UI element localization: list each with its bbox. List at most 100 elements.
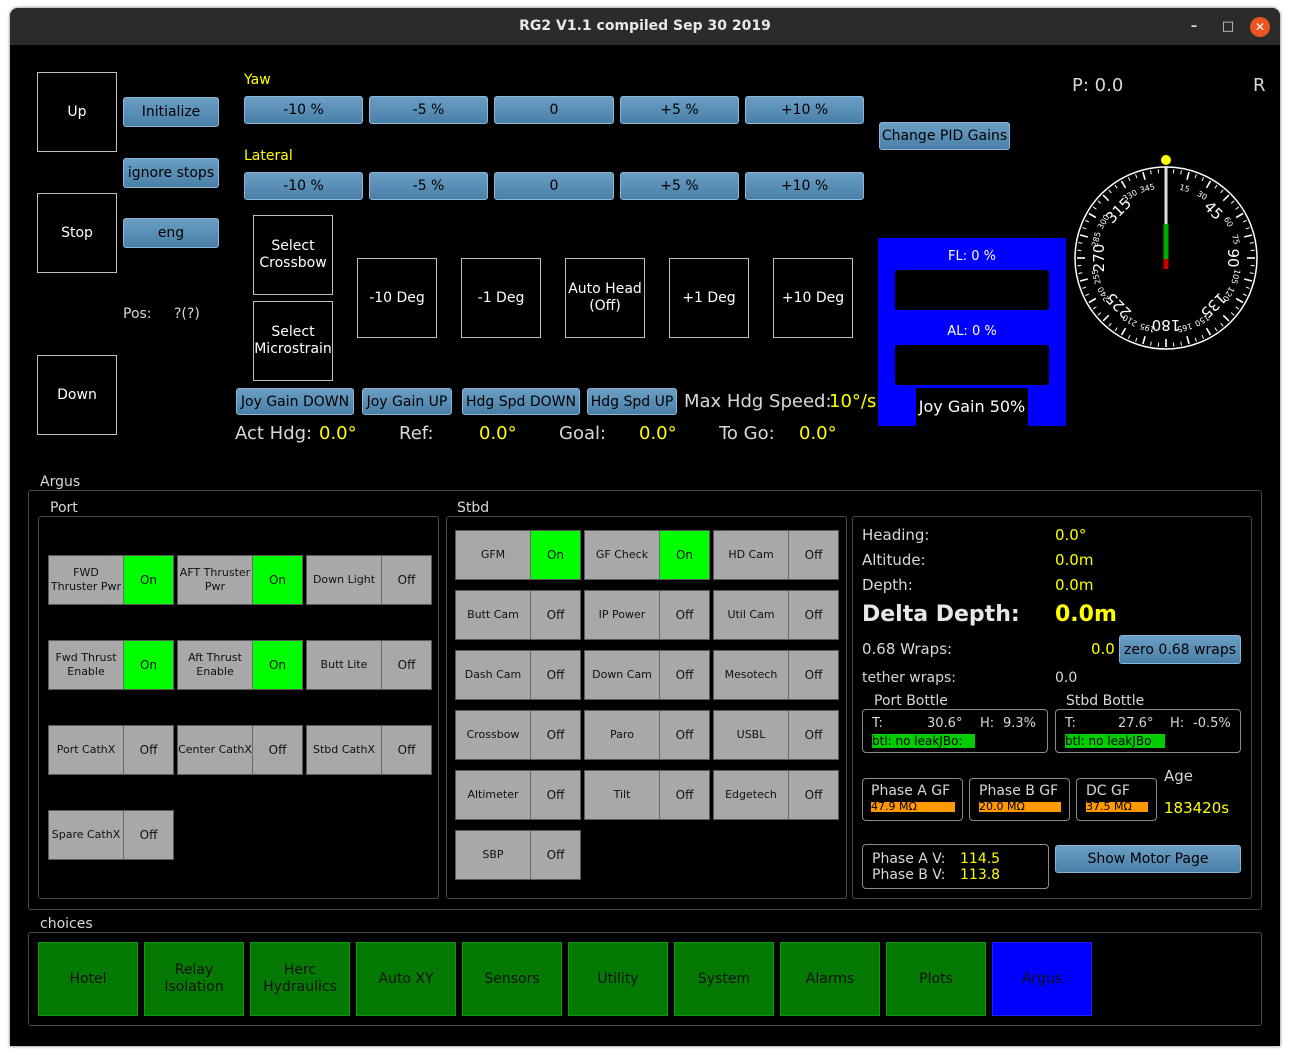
yaw-zero-button[interactable]: 0 — [494, 96, 614, 124]
stbd-switch-crossbow[interactable]: Crossbow Off — [455, 710, 581, 760]
stbd-switch-paro[interactable]: Paro Off — [584, 710, 710, 760]
switch-state[interactable]: Off — [531, 651, 580, 699]
port-switch-center-cathx[interactable]: Center CathX Off — [177, 725, 303, 775]
switch-state[interactable]: On — [124, 556, 173, 604]
switch-state[interactable]: Off — [660, 651, 709, 699]
lateral-plus5-button[interactable]: +5 % — [620, 172, 739, 200]
stbd-switch-gfm[interactable]: GFM On — [455, 530, 581, 580]
switch-state[interactable]: On — [253, 641, 302, 689]
ignore-stops-button[interactable]: ignore stops — [123, 158, 219, 188]
yaw-plus5-button[interactable]: +5 % — [620, 96, 739, 124]
choice-system[interactable]: System — [674, 942, 774, 1016]
lateral-minus10-button[interactable]: -10 % — [244, 172, 363, 200]
stbd-switch-mesotech[interactable]: Mesotech Off — [713, 650, 839, 700]
choice-relay-isolation[interactable]: Relay Isolation — [144, 942, 244, 1016]
switch-state[interactable]: Off — [382, 556, 431, 604]
joy-gain-up-button[interactable]: Joy Gain UP — [362, 388, 452, 415]
switch-state[interactable]: Off — [660, 591, 709, 639]
hdg-spd-down-button[interactable]: Hdg Spd DOWN — [462, 388, 580, 415]
down-button[interactable]: Down — [37, 355, 117, 435]
port-switch-port-cathx[interactable]: Port CathX Off — [48, 725, 174, 775]
port-switch-fwd-thrust-enable[interactable]: Fwd Thrust Enable On — [48, 640, 174, 690]
stbd-switch-down-cam[interactable]: Down Cam Off — [584, 650, 710, 700]
select-crossbow-button[interactable]: Select Crossbow — [253, 215, 333, 295]
port-switch-fwd-thruster-pwr[interactable]: FWD Thruster Pwr On — [48, 555, 174, 605]
port-switch-stbd-cathx[interactable]: Stbd CathX Off — [306, 725, 432, 775]
choice-sensors[interactable]: Sensors — [462, 942, 562, 1016]
stbd-switch-sbp[interactable]: SBP Off — [455, 830, 581, 880]
switch-state[interactable]: Off — [789, 651, 838, 699]
joy-gain-down-button[interactable]: Joy Gain DOWN — [236, 388, 354, 415]
switch-state[interactable]: Off — [789, 531, 838, 579]
stbd-switch-gf-check[interactable]: GF Check On — [584, 530, 710, 580]
choice-argus[interactable]: Argus — [992, 942, 1092, 1016]
switch-state[interactable]: Off — [531, 771, 580, 819]
switch-state[interactable]: On — [660, 531, 709, 579]
switch-state[interactable]: Off — [660, 711, 709, 759]
stbd-switch-ip-power[interactable]: IP Power Off — [584, 590, 710, 640]
switch-state[interactable]: On — [253, 556, 302, 604]
ref-label: Ref: — [399, 423, 434, 444]
port-switch-aft-thruster-pwr[interactable]: AFT Thruster Pwr On — [177, 555, 303, 605]
switch-state[interactable]: Off — [531, 831, 580, 879]
choice-herc-hydraulics[interactable]: Herc Hydraulics — [250, 942, 350, 1016]
stbd-switch-butt-cam[interactable]: Butt Cam Off — [455, 590, 581, 640]
stbd-switch-hd-cam[interactable]: HD Cam Off — [713, 530, 839, 580]
hdg-spd-up-button[interactable]: Hdg Spd UP — [587, 388, 677, 415]
choice-utility[interactable]: Utility — [568, 942, 668, 1016]
port-switch-down-light[interactable]: Down Light Off — [306, 555, 432, 605]
switch-state[interactable]: Off — [382, 641, 431, 689]
lateral-minus5-button[interactable]: -5 % — [369, 172, 488, 200]
yaw-plus10-button[interactable]: +10 % — [745, 96, 864, 124]
stbd-switch-usbl[interactable]: USBL Off — [713, 710, 839, 760]
port-switch-spare-cathx[interactable]: Spare CathX Off — [48, 810, 174, 860]
switch-state[interactable]: Off — [789, 591, 838, 639]
select-microstrain-button[interactable]: Select Microstrain — [253, 301, 333, 381]
heading-plus10-button[interactable]: +10 Deg — [773, 258, 853, 338]
yaw-minus10-button[interactable]: -10 % — [244, 96, 363, 124]
stbd-title: Stbd — [453, 500, 494, 516]
yaw-minus5-button[interactable]: -5 % — [369, 96, 488, 124]
switch-state[interactable]: Off — [531, 711, 580, 759]
switch-state[interactable]: Off — [124, 811, 173, 859]
lateral-plus10-button[interactable]: +10 % — [745, 172, 864, 200]
fl-bar — [895, 270, 1049, 310]
heading-plus1-button[interactable]: +1 Deg — [669, 258, 749, 338]
show-motor-page-button[interactable]: Show Motor Page — [1055, 845, 1241, 873]
switch-state[interactable]: Off — [124, 726, 173, 774]
minimize-icon[interactable]: – — [1184, 17, 1204, 37]
port-switch-butt-lite[interactable]: Butt Lite Off — [306, 640, 432, 690]
close-icon[interactable]: ✕ — [1250, 17, 1270, 37]
port-switch-aft-thrust-enable[interactable]: Aft Thrust Enable On — [177, 640, 303, 690]
change-pid-gains-button[interactable]: Change PID Gains — [879, 122, 1010, 150]
stbd-switch-tilt[interactable]: Tilt Off — [584, 770, 710, 820]
switch-state[interactable]: Off — [382, 726, 431, 774]
switch-state[interactable]: Off — [253, 726, 302, 774]
switch-state[interactable]: Off — [789, 711, 838, 759]
switch-state[interactable]: Off — [531, 591, 580, 639]
switch-state[interactable]: On — [124, 641, 173, 689]
auto-head-button[interactable]: Auto Head (Off) — [565, 258, 645, 338]
initialize-button[interactable]: Initialize — [123, 97, 219, 127]
maximize-icon[interactable]: □ — [1218, 17, 1238, 37]
stbd-bottle-leak-status: btl: no leakJBo — [1065, 734, 1165, 748]
delta-depth-label: Delta Depth: — [862, 602, 1020, 627]
eng-button[interactable]: eng — [123, 218, 219, 248]
lateral-zero-button[interactable]: 0 — [494, 172, 614, 200]
zero-wraps-button[interactable]: zero 0.68 wraps — [1119, 635, 1241, 664]
stbd-switch-altimeter[interactable]: Altimeter Off — [455, 770, 581, 820]
up-button[interactable]: Up — [37, 72, 117, 152]
stbd-switch-util-cam[interactable]: Util Cam Off — [713, 590, 839, 640]
switch-state[interactable]: Off — [789, 771, 838, 819]
choice-hotel[interactable]: Hotel — [38, 942, 138, 1016]
choice-plots[interactable]: Plots — [886, 942, 986, 1016]
choice-auto-xy[interactable]: Auto XY — [356, 942, 456, 1016]
stop-button[interactable]: Stop — [37, 193, 117, 273]
heading-minus10-button[interactable]: -10 Deg — [357, 258, 437, 338]
choice-alarms[interactable]: Alarms — [780, 942, 880, 1016]
heading-minus1-button[interactable]: -1 Deg — [461, 258, 541, 338]
stbd-switch-dash-cam[interactable]: Dash Cam Off — [455, 650, 581, 700]
switch-state[interactable]: Off — [660, 771, 709, 819]
switch-state[interactable]: On — [531, 531, 580, 579]
stbd-switch-edgetech[interactable]: Edgetech Off — [713, 770, 839, 820]
